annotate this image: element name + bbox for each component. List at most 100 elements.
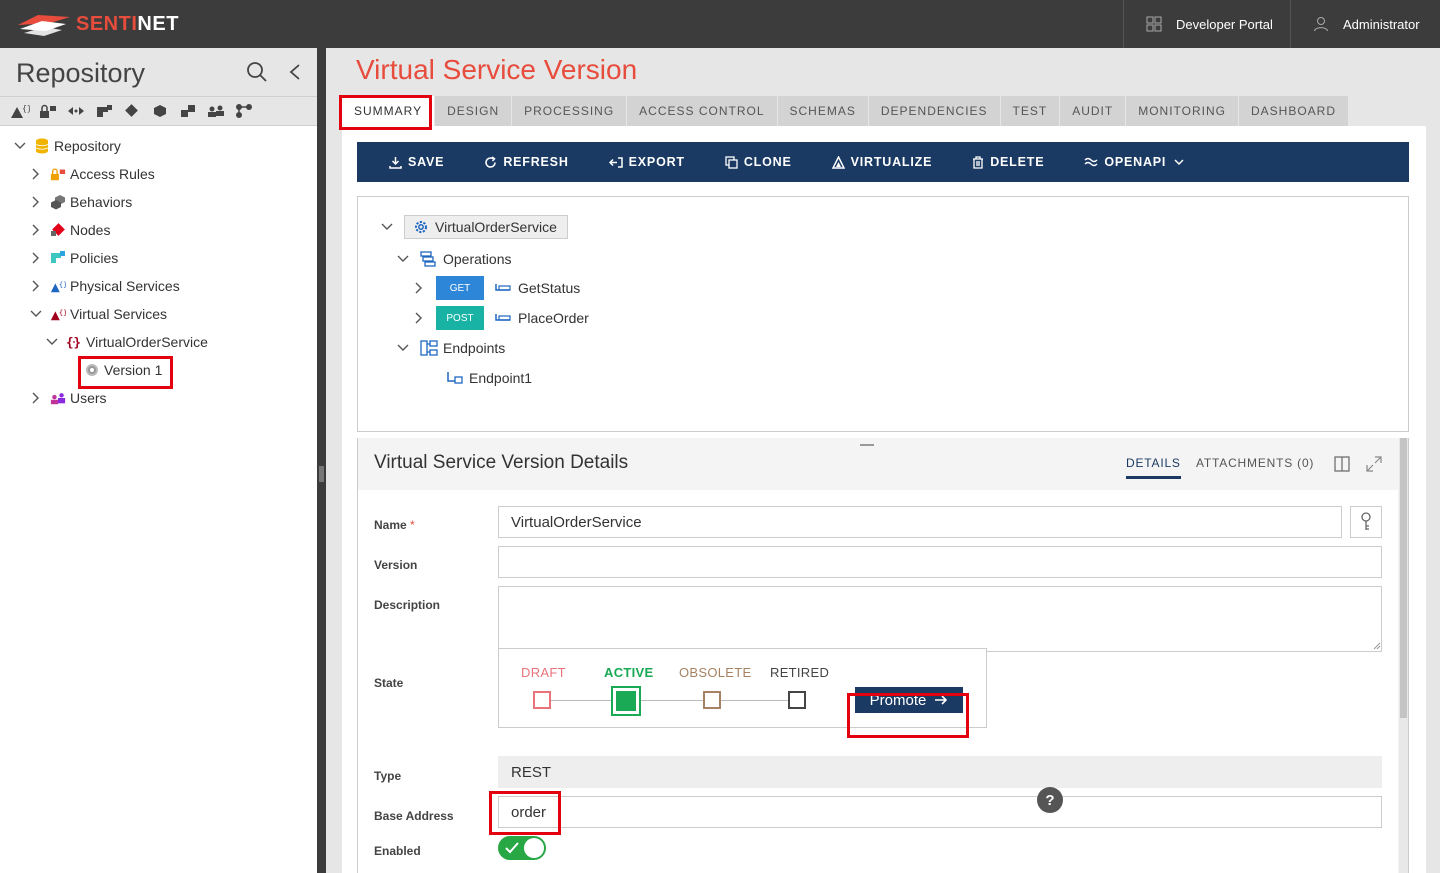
tab-details[interactable]: DETAILS [1126,456,1181,479]
sidebar-title: Repository [16,58,146,88]
chevron-right-icon[interactable] [28,390,44,406]
tree-item-behaviors[interactable]: Behaviors [28,190,132,214]
endpoint-icon [447,372,463,384]
hierarchy-filter-icon[interactable] [230,101,258,121]
operation-name: GetStatus [518,280,581,296]
refresh-icon [485,155,497,168]
chevron-right-icon[interactable] [412,312,426,324]
chevron-down-icon[interactable] [396,344,410,352]
search-icon[interactable] [246,61,268,83]
users-filter-icon[interactable] [202,101,230,121]
description-label: Description [374,598,441,612]
state-retired-node[interactable] [788,691,806,709]
base-address-input[interactable]: order [498,796,1382,828]
chevron-right-icon[interactable] [28,194,44,210]
state-obsolete-node[interactable] [703,691,721,709]
tab-summary[interactable]: SUMMARY [342,96,436,126]
key-button[interactable] [1350,506,1382,538]
chevron-down-icon[interactable] [380,223,394,231]
scrollbar-thumb[interactable] [1400,438,1407,718]
tree-item-users[interactable]: Users [28,386,107,410]
virtualize-button[interactable]: VIRTUALIZE [831,155,933,169]
tree-item-virtual-order-service[interactable]: {} VirtualOrderService [44,330,208,354]
state-obsolete-label: OBSOLETE [679,665,752,680]
tab-test[interactable]: TEST [1000,96,1061,126]
tree-item-nodes[interactable]: Nodes [28,218,110,242]
promote-button[interactable]: Promote [855,687,963,713]
resize-handle-icon[interactable] [1373,642,1381,650]
chevron-down-icon[interactable] [28,306,44,322]
chevron-right-icon[interactable] [412,282,426,294]
block-filter-icon[interactable] [174,101,202,121]
tab-dashboard[interactable]: DASHBOARD [1239,96,1350,126]
tree-node-op-placeorder[interactable]: POST PlaceOrder [412,306,589,330]
collapse-left-icon[interactable] [288,63,302,81]
physical-service-filter-icon[interactable]: {} [6,101,34,121]
type-label: Type [374,769,402,783]
enabled-toggle[interactable] [498,836,546,860]
chevron-right-icon[interactable] [28,278,44,294]
openapi-dropdown[interactable]: OPENAPI [1084,155,1190,169]
chevron-down-icon[interactable] [396,255,410,263]
state-draft-node[interactable] [533,691,551,709]
state-connector [641,700,703,701]
virtualize-icon [831,155,845,169]
split-view-icon[interactable] [1334,456,1350,472]
tree-item-policies[interactable]: Policies [28,246,118,270]
tree-node-operations[interactable]: Operations [396,247,511,271]
chevron-down-icon[interactable] [44,334,60,350]
policy-filter-icon[interactable] [90,101,118,121]
tree-item-virtual-services[interactable]: {} Virtual Services [28,302,167,326]
chevron-down-icon[interactable] [12,138,28,154]
tab-processing[interactable]: PROCESSING [512,96,628,126]
tree-node-endpoints[interactable]: Endpoints [396,336,505,360]
version-input[interactable] [498,546,1382,578]
tree-item-access-rules[interactable]: Access Rules [28,162,155,186]
cube-filter-icon[interactable] [146,101,174,121]
sentinet-logo-icon [18,15,70,36]
chevron-right-icon[interactable] [28,250,44,266]
tree-root-repository[interactable]: Repository [12,134,121,158]
state-active-node[interactable] [611,686,641,716]
virtual-service-icon: {} [50,306,66,322]
export-button[interactable]: EXPORT [608,155,685,169]
sentinet-logo[interactable]: SENTINET [16,10,179,38]
sidebar-splitter[interactable] [317,48,326,873]
details-scrollbar[interactable] [1399,438,1408,873]
save-label: SAVE [408,155,445,169]
tab-dependencies[interactable]: DEPENDENCIES [868,96,1001,126]
name-input[interactable]: VirtualOrderService [498,506,1342,538]
developer-portal-link[interactable]: Developer Portal [1123,0,1290,48]
description-textarea[interactable] [498,586,1382,652]
state-draft-label: DRAFT [521,665,566,680]
tab-design[interactable]: DESIGN [435,96,513,126]
tree-node-op-getstatus[interactable]: GET GetStatus [412,276,580,300]
splitter-grip[interactable] [319,466,324,482]
tab-audit[interactable]: AUDIT [1060,96,1127,126]
braces-icon: {} [66,334,82,350]
expand-icon[interactable] [1366,456,1382,472]
save-button[interactable]: SAVE [389,155,444,169]
service-chip[interactable]: VirtualOrderService [404,215,568,239]
help-button[interactable]: ? [1037,787,1063,813]
delete-button[interactable]: DELETE [972,155,1044,169]
tree-item-version-1[interactable]: Version 1 [84,358,162,382]
tree-item-physical-services[interactable]: {} Physical Services [28,274,180,298]
chevron-right-icon[interactable] [28,166,44,182]
svg-text:{}: {} [59,308,66,317]
tab-monitoring[interactable]: MONITORING [1126,96,1239,126]
tree-node-service[interactable]: VirtualOrderService [380,215,568,239]
clone-button[interactable]: CLONE [725,155,792,169]
administrator-menu[interactable]: Administrator [1290,0,1440,48]
tree-label: Repository [54,138,121,154]
tab-access-control[interactable]: ACCESS CONTROL [627,96,778,126]
state-selector: DRAFT ACTIVE OBSOLETE RETIRED Promote [498,648,987,728]
refresh-button[interactable]: REFRESH [484,155,568,169]
tree-node-endpoint1[interactable]: Endpoint1 [446,366,532,390]
chevron-right-icon[interactable] [28,222,44,238]
lock-filter-icon[interactable] [34,101,62,121]
node-filter-icon[interactable] [118,101,146,121]
tab-attachments[interactable]: ATTACHMENTS (0) [1196,456,1314,470]
tab-schemas[interactable]: SCHEMAS [777,96,869,126]
behavior-filter-icon[interactable] [62,101,90,121]
